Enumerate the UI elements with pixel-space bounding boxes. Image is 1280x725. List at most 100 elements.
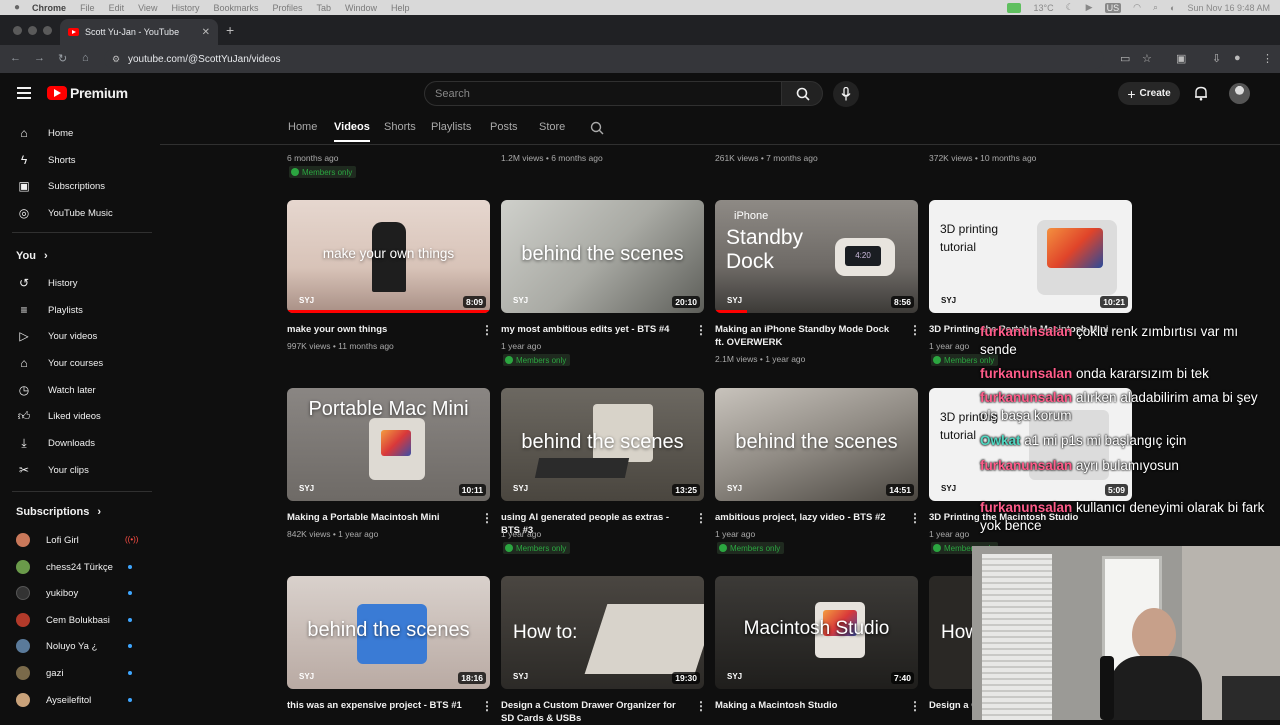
- wifi-icon[interactable]: ◠: [1133, 2, 1141, 13]
- sidebar-item-shorts[interactable]: ϟ Shorts: [16, 150, 76, 170]
- subscription-chess24[interactable]: chess24 Türkçe: [16, 557, 113, 577]
- menu-tab[interactable]: Tab: [317, 3, 332, 13]
- video-title[interactable]: this was an expensive project - BTS #1: [287, 699, 472, 712]
- search-input[interactable]: Search: [424, 81, 782, 106]
- video-thumbnail[interactable]: 3D printing tutorial SYJ 10:21: [929, 200, 1132, 313]
- menu-view[interactable]: View: [138, 3, 157, 13]
- reload-icon[interactable]: ↻: [58, 52, 67, 65]
- more-options-icon[interactable]: ⋮: [695, 699, 707, 713]
- install-app-icon[interactable]: ▭: [1120, 52, 1130, 65]
- account-avatar[interactable]: [1229, 83, 1250, 104]
- lang-indicator[interactable]: US: [1104, 2, 1122, 13]
- home-browser-icon[interactable]: ⌂: [82, 52, 89, 64]
- zoom-window-button[interactable]: [43, 26, 52, 35]
- sidebar-item-youtube-music[interactable]: ◎ YouTube Music: [16, 203, 113, 223]
- subscription-gazi[interactable]: gazi: [16, 663, 63, 683]
- sidebar-subscriptions-header[interactable]: Subscriptions ›: [16, 506, 101, 518]
- new-tab-icon[interactable]: +: [226, 22, 234, 38]
- browser-menu-icon[interactable]: ⋮: [1262, 52, 1273, 65]
- voice-search-button[interactable]: [833, 81, 859, 107]
- sidebar-item-your-videos[interactable]: ▷ Your videos: [16, 326, 97, 346]
- downloads-browser-icon[interactable]: ⇩: [1212, 52, 1221, 65]
- extensions-icon[interactable]: ▣: [1176, 52, 1186, 65]
- browser-tab[interactable]: Scott Yu-Jan - YouTube ✕: [60, 19, 218, 45]
- close-window-button[interactable]: [13, 26, 22, 35]
- video-thumbnail[interactable]: behind the scenes SYJ 14:51: [715, 388, 918, 501]
- control-center-icon[interactable]: ◐: [1170, 3, 1175, 13]
- tab-playlists[interactable]: Playlists: [431, 121, 471, 133]
- subscription-noluyo-ya[interactable]: Noluyo Ya ¿: [16, 636, 97, 656]
- sidebar-item-your-courses[interactable]: ⌂ Your courses: [16, 353, 103, 373]
- subscription-lofi-girl[interactable]: Lofi Girl: [16, 530, 79, 550]
- facetime-icon[interactable]: [1007, 2, 1022, 13]
- video-thumbnail[interactable]: make your own things SYJ 8:09: [287, 200, 490, 313]
- video-thumbnail[interactable]: How to: SYJ 19:30: [501, 576, 704, 689]
- tab-posts[interactable]: Posts: [490, 121, 518, 133]
- sidebar-item-history[interactable]: ↺ History: [16, 273, 78, 293]
- tab-home[interactable]: Home: [288, 121, 317, 133]
- tab-videos[interactable]: Videos: [334, 121, 370, 142]
- more-options-icon[interactable]: ⋮: [909, 323, 921, 337]
- youtube-premium-logo[interactable]: Premium: [47, 85, 128, 101]
- search-button[interactable]: [781, 81, 823, 106]
- video-thumbnail[interactable]: behind the scenes SYJ 13:25: [501, 388, 704, 501]
- menu-edit[interactable]: Edit: [109, 3, 125, 13]
- hamburger-menu-icon[interactable]: [17, 87, 31, 99]
- sidebar-item-watch-later[interactable]: ◷ Watch later: [16, 380, 96, 400]
- video-title[interactable]: Making a Macintosh Studio: [715, 699, 900, 712]
- video-thumbnail[interactable]: Portable Mac Mini SYJ 10:11: [287, 388, 490, 501]
- more-options-icon[interactable]: ⋮: [481, 699, 493, 713]
- forward-icon[interactable]: →: [34, 52, 45, 64]
- moon-icon[interactable]: ☾: [1066, 2, 1074, 13]
- video-title[interactable]: make your own things: [287, 323, 472, 336]
- more-options-icon[interactable]: ⋮: [481, 511, 493, 525]
- more-options-icon[interactable]: ⋮: [481, 323, 493, 337]
- sidebar-item-liked-videos[interactable]: 👍︎ Liked videos: [16, 406, 101, 426]
- tab-shorts[interactable]: Shorts: [384, 121, 416, 133]
- menu-history[interactable]: History: [171, 3, 199, 13]
- more-options-icon[interactable]: ⋮: [695, 323, 707, 337]
- create-button[interactable]: + Create: [1118, 82, 1180, 105]
- menu-file[interactable]: File: [80, 3, 95, 13]
- more-options-icon[interactable]: ⋮: [909, 699, 921, 713]
- menu-window[interactable]: Window: [345, 3, 377, 13]
- search-menubar-icon[interactable]: ⌕: [1153, 2, 1158, 13]
- video-title[interactable]: ambitious project, lazy video - BTS #2: [715, 511, 900, 524]
- sidebar-item-home[interactable]: ⌂ Home: [16, 123, 73, 143]
- more-options-icon[interactable]: ⋮: [909, 511, 921, 525]
- sidebar-item-your-clips[interactable]: ✂ Your clips: [16, 460, 89, 480]
- play-icon[interactable]: ▶: [1086, 2, 1093, 13]
- menu-bookmarks[interactable]: Bookmarks: [213, 3, 258, 13]
- menu-profiles[interactable]: Profiles: [272, 3, 302, 13]
- video-thumbnail[interactable]: Macintosh Studio SYJ 7:40: [715, 576, 918, 689]
- video-title[interactable]: Design a Custom Drawer Organizer for SD …: [501, 699, 686, 725]
- weather-status[interactable]: 13°C: [1033, 3, 1053, 13]
- site-info-icon[interactable]: ⚙: [112, 54, 120, 65]
- subscription-ayseilefitol[interactable]: Ayseilefitol: [16, 690, 91, 710]
- subscription-yukiboy[interactable]: yukiboy: [16, 583, 78, 603]
- sidebar-you-header[interactable]: You ›: [16, 250, 48, 262]
- back-icon[interactable]: ←: [10, 52, 21, 64]
- minimize-window-button[interactable]: [28, 26, 37, 35]
- profile-icon[interactable]: ●: [1234, 52, 1241, 64]
- subscription-cem-bolukbasi[interactable]: Cem Bolukbasi: [16, 610, 110, 630]
- url-field[interactable]: ⚙ youtube.com/@ScottYuJan/videos: [104, 49, 1104, 69]
- video-title[interactable]: Making a Portable Macintosh Mini: [287, 511, 472, 524]
- tab-store[interactable]: Store: [539, 121, 565, 133]
- channel-search-icon[interactable]: [590, 121, 604, 135]
- apple-icon[interactable]: ●: [14, 2, 20, 13]
- menu-help[interactable]: Help: [391, 3, 410, 13]
- bookmark-star-icon[interactable]: ☆: [1142, 52, 1152, 65]
- sidebar-item-subscriptions[interactable]: ▣ Subscriptions: [16, 176, 105, 196]
- close-tab-icon[interactable]: ✕: [202, 27, 210, 38]
- video-thumbnail[interactable]: behind the scenes SYJ 18:16: [287, 576, 490, 689]
- sidebar-item-playlists[interactable]: ≡ Playlists: [16, 300, 82, 320]
- sidebar-item-downloads[interactable]: ⤓ Downloads: [16, 433, 95, 453]
- more-options-icon[interactable]: ⋮: [695, 511, 707, 525]
- video-thumbnail[interactable]: iPhone Standby Dock 4:20 SYJ 8:56: [715, 200, 918, 313]
- video-title[interactable]: Making an iPhone Standby Mode Dock ft. O…: [715, 323, 900, 349]
- menu-app-name[interactable]: Chrome: [32, 3, 66, 13]
- video-thumbnail[interactable]: behind the scenes SYJ 20:10: [501, 200, 704, 313]
- video-title[interactable]: my most ambitious edits yet - BTS #4: [501, 323, 686, 336]
- clock[interactable]: Sun Nov 16 9:48 AM: [1187, 3, 1270, 13]
